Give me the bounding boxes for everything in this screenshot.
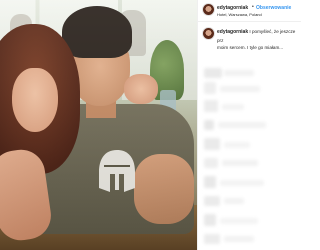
comment-blurred	[204, 196, 220, 206]
comment-blurred	[222, 160, 258, 166]
header-username[interactable]: edytagorniak	[217, 5, 248, 11]
follow-button[interactable]: Obserwowanie	[256, 5, 291, 11]
post-header: edytagorniak • Obserwowanie Hotel, Warsz…	[198, 0, 301, 22]
comment-blurred	[220, 218, 258, 224]
comment-blurred	[220, 86, 260, 92]
comment-blurred	[218, 122, 266, 128]
post-caption: edytagorniak I pomyśleć, że jeszcze prz …	[198, 24, 301, 64]
post-side-panel: edytagorniak • Obserwowanie Hotel, Warsz…	[197, 0, 301, 250]
profile-avatar[interactable]	[203, 4, 214, 15]
comment-blurred	[224, 142, 250, 148]
comment-blurred	[204, 214, 216, 226]
caption-text: edytagorniak I pomyśleć, że jeszcze prz …	[217, 28, 299, 52]
comment-blurred	[222, 104, 244, 110]
comment-blurred	[204, 176, 216, 188]
photo-overlay	[0, 0, 197, 250]
comment-blurred	[224, 198, 244, 204]
comment-blurred	[224, 236, 254, 242]
comment-blurred	[220, 180, 264, 186]
profile-avatar[interactable]	[203, 28, 214, 39]
comment-blurred	[224, 70, 254, 76]
comment-blurred	[204, 100, 218, 112]
comment-blurred	[204, 68, 222, 78]
post-photo[interactable]	[0, 0, 197, 250]
comment-blurred	[204, 120, 214, 130]
comment-blurred	[204, 82, 216, 94]
comment-blurred	[204, 138, 220, 150]
caption-line-2: moim sercem. I tyle go miałam...	[217, 45, 284, 50]
comment-blurred	[204, 158, 218, 168]
comment-blurred	[204, 234, 220, 244]
caption-username[interactable]: edytagorniak	[217, 29, 248, 35]
separator-dot: •	[252, 4, 254, 10]
location-link[interactable]: Hotel, Warszawa, Poland	[217, 12, 262, 17]
